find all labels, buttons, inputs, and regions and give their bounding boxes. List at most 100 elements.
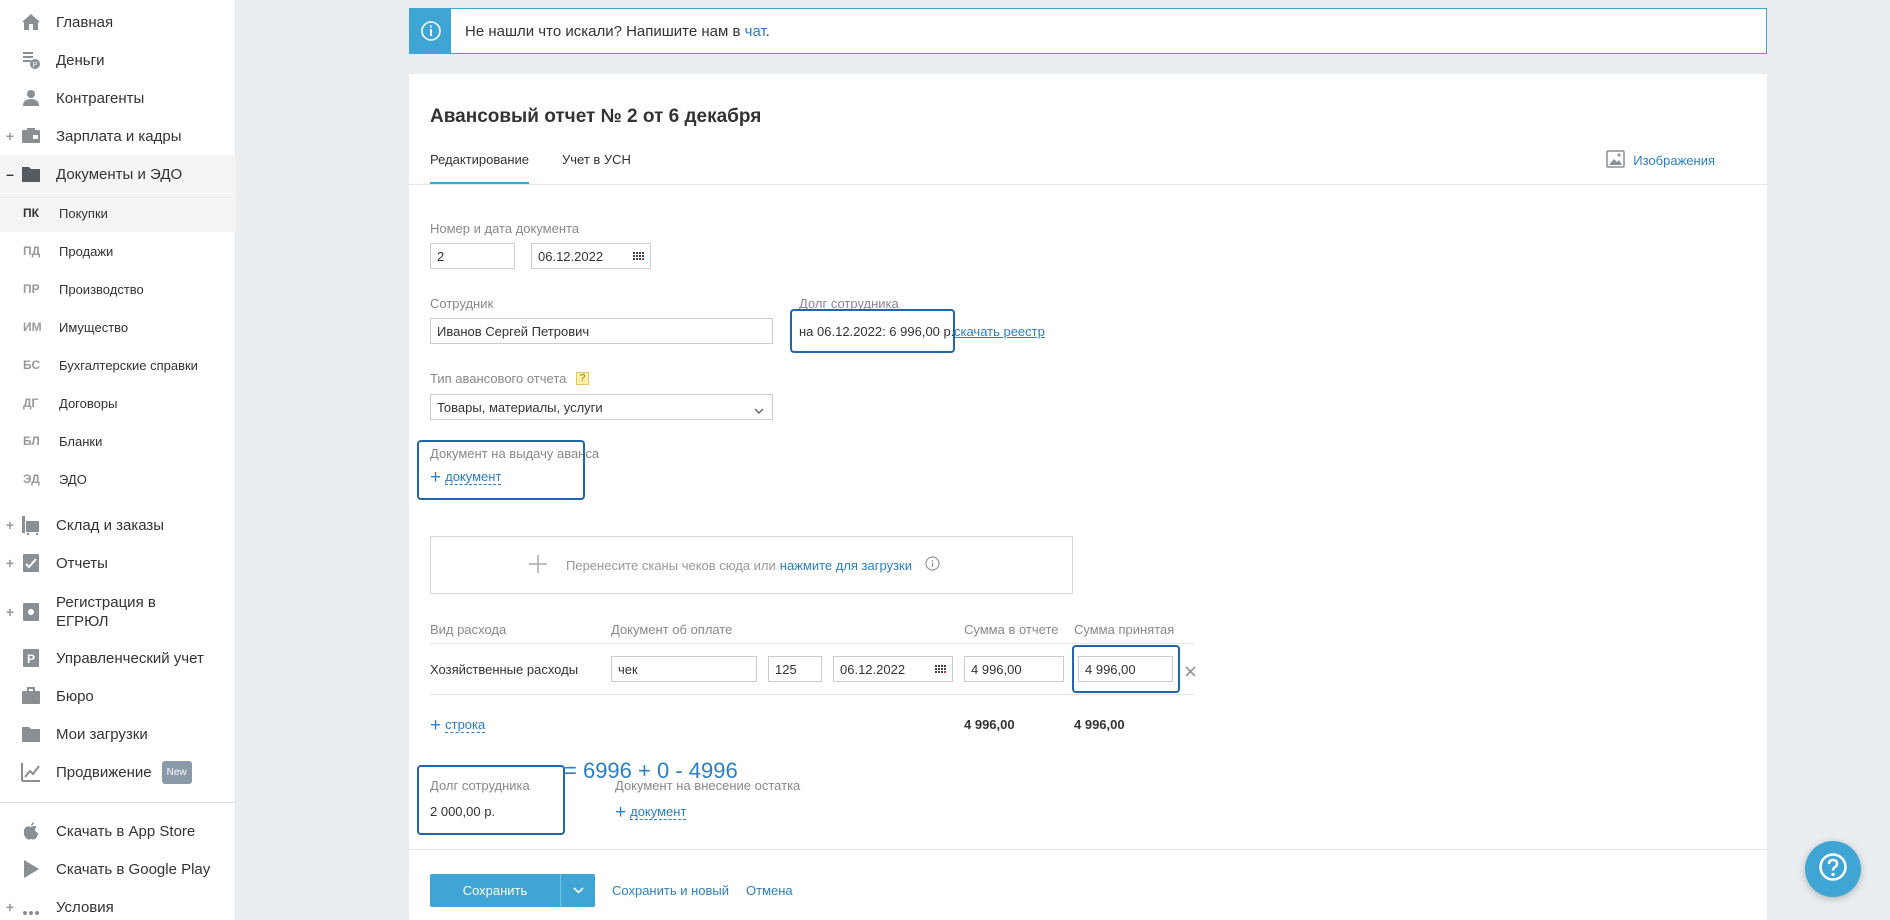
new-badge: New xyxy=(161,760,192,784)
sidebar-item-label: Отчеты xyxy=(56,554,108,572)
col-header-amount-report: Сумма в отчете xyxy=(964,622,1059,637)
sidebar-subitem-sales[interactable]: ПД Продажи xyxy=(0,232,236,270)
tab-usn-accounting[interactable]: Учет в УСН xyxy=(562,152,631,182)
sidebar-subitem-production[interactable]: ПР Производство xyxy=(0,270,236,308)
doc-number-input[interactable]: 2 xyxy=(430,243,515,269)
banner-text: Не нашли что искали? Напишите нам в чат. xyxy=(465,22,770,40)
calendar-icon[interactable] xyxy=(935,664,947,679)
sidebar-item-label: Условия xyxy=(56,898,114,916)
delete-row-icon[interactable] xyxy=(1185,664,1196,682)
payment-doc-name-input[interactable]: чек xyxy=(611,656,757,682)
payment-doc-number-input[interactable]: 125 xyxy=(768,656,822,682)
help-button[interactable] xyxy=(1805,841,1861,897)
sidebar-subitem-forms[interactable]: БЛ Бланки xyxy=(0,422,236,460)
images-link-label[interactable]: Изображения xyxy=(1633,153,1715,168)
tab-editing[interactable]: Редактирование xyxy=(430,152,530,185)
employee-input[interactable]: Иванов Сергей Петрович xyxy=(430,318,773,344)
sidebar: Главная Р Деньги Контрагенты + Зарплата … xyxy=(0,0,236,920)
sidebar-item-money[interactable]: Р Деньги xyxy=(0,41,236,79)
subitem-abbr: ДГ xyxy=(23,396,39,410)
sidebar-item-label: Контрагенты xyxy=(56,89,145,107)
home-icon xyxy=(21,12,41,32)
dropzone-text: Перенесите сканы чеков сюда или xyxy=(566,557,776,573)
sidebar-item-documents[interactable]: – Документы и ЭДО xyxy=(0,155,236,193)
sidebar-item-reports[interactable]: + Отчеты xyxy=(0,544,236,582)
collapse-icon[interactable]: – xyxy=(5,166,15,182)
expand-icon[interactable]: + xyxy=(5,517,15,533)
subitem-abbr: ЭД xyxy=(23,472,40,486)
svg-text:Р: Р xyxy=(27,652,35,666)
sidebar-item-app-store[interactable]: Скачать в App Store xyxy=(0,812,236,850)
sidebar-subitem-property[interactable]: ИМ Имущество xyxy=(0,308,236,346)
sidebar-subitem-edo[interactable]: ЭД ЭДО xyxy=(0,460,236,498)
payment-doc-date-input[interactable]: 06.12.2022 xyxy=(833,656,953,682)
save-button-label: Сохранить xyxy=(462,883,528,898)
sidebar-item-label: Документы и ЭДО xyxy=(56,165,183,183)
add-row-link[interactable]: + строка xyxy=(430,714,486,736)
salary-icon xyxy=(21,126,41,146)
add-remainder-document-link[interactable]: + документ xyxy=(615,801,687,823)
sidebar-item-registration[interactable]: + Регистрация в ЕГРЮЛ xyxy=(0,590,236,634)
info-icon[interactable] xyxy=(925,556,940,574)
footer-divider xyxy=(409,849,1767,850)
sidebar-subitem-purchases[interactable]: ПК Покупки xyxy=(0,194,236,232)
sidebar-item-management[interactable]: Р Управленческий учет xyxy=(0,639,236,677)
expand-icon[interactable]: + xyxy=(5,604,15,620)
cancel-link[interactable]: Отмена xyxy=(746,883,793,898)
plus-icon: + xyxy=(430,714,442,736)
calendar-icon[interactable] xyxy=(633,251,645,266)
images-link[interactable]: Изображения xyxy=(1606,150,1715,171)
subitem-label: Покупки xyxy=(59,205,108,221)
report-type-select[interactable]: Товары, материалы, услуги xyxy=(430,394,773,420)
question-icon xyxy=(1818,852,1848,887)
subitem-abbr: ИМ xyxy=(23,320,42,334)
sidebar-item-bureau[interactable]: Бюро xyxy=(0,677,236,715)
sidebar-item-terms[interactable]: + Условия xyxy=(0,888,236,920)
save-button[interactable]: Сохранить xyxy=(430,874,595,907)
remainder-doc-label: Документ на внесение остатка xyxy=(615,778,801,793)
employee-label: Сотрудник xyxy=(430,296,494,311)
upload-link[interactable]: нажмите для загрузки xyxy=(780,558,912,573)
doc-date-input[interactable]: 06.12.2022 xyxy=(531,243,651,269)
expand-icon[interactable]: + xyxy=(5,128,15,144)
sidebar-item-contractors[interactable]: Контрагенты xyxy=(0,79,236,117)
info-icon xyxy=(410,9,451,53)
sidebar-item-uploads[interactable]: Мои загрузки xyxy=(0,715,236,753)
sidebar-item-google-play[interactable]: Скачать в Google Play xyxy=(0,850,236,888)
sidebar-subitem-contracts[interactable]: ДГ Договоры xyxy=(0,384,236,422)
sidebar-subitem-accounting-notes[interactable]: БС Бухгалтерские справки xyxy=(0,346,236,384)
briefcase-icon xyxy=(21,686,41,706)
report-type-label: Тип авансового отчета ? xyxy=(430,371,589,386)
sidebar-divider xyxy=(0,802,236,803)
sidebar-item-promotion[interactable]: Продвижение New xyxy=(0,753,236,791)
reports-icon xyxy=(21,553,41,573)
sidebar-item-warehouse[interactable]: + Склад и заказы xyxy=(0,506,236,544)
management-icon: Р xyxy=(21,648,41,668)
chat-link[interactable]: чат xyxy=(745,23,766,40)
subitem-label: Имущество xyxy=(59,319,129,335)
help-hint-icon[interactable]: ? xyxy=(575,372,589,385)
contractors-icon xyxy=(21,88,41,108)
sidebar-item-label: Зарплата и кадры xyxy=(56,127,182,145)
advance-report-card: Авансовый отчет № 2 от 6 декабря Редакти… xyxy=(409,74,1767,920)
plus-icon: + xyxy=(615,801,627,823)
subitem-label: Продажи xyxy=(59,243,114,259)
debt-highlight-box xyxy=(790,309,955,353)
expand-icon[interactable]: + xyxy=(5,899,15,915)
subitem-label: ЭДО xyxy=(59,471,87,487)
download-registry-link[interactable]: скачать реестр xyxy=(954,324,1045,339)
sidebar-item-label: Главная xyxy=(56,13,114,31)
sidebar-item-salary[interactable]: + Зарплата и кадры xyxy=(0,117,236,155)
subitem-abbr: ПР xyxy=(23,282,40,296)
apple-icon xyxy=(21,821,41,841)
sidebar-item-home[interactable]: Главная xyxy=(0,3,236,41)
expand-icon[interactable]: + xyxy=(5,555,15,571)
money-icon: Р xyxy=(21,50,41,70)
google-play-icon xyxy=(21,859,41,879)
sidebar-item-label: Скачать в App Store xyxy=(56,822,196,840)
receipt-dropzone[interactable]: Перенесите сканы чеков сюда или нажмите … xyxy=(430,536,1073,594)
save-and-new-link[interactable]: Сохранить и новый xyxy=(612,883,729,898)
sidebar-item-label: Скачать в Google Play xyxy=(56,860,211,878)
amount-report-input[interactable]: 4 996,00 xyxy=(964,656,1064,682)
chevron-down-icon[interactable] xyxy=(561,887,595,894)
